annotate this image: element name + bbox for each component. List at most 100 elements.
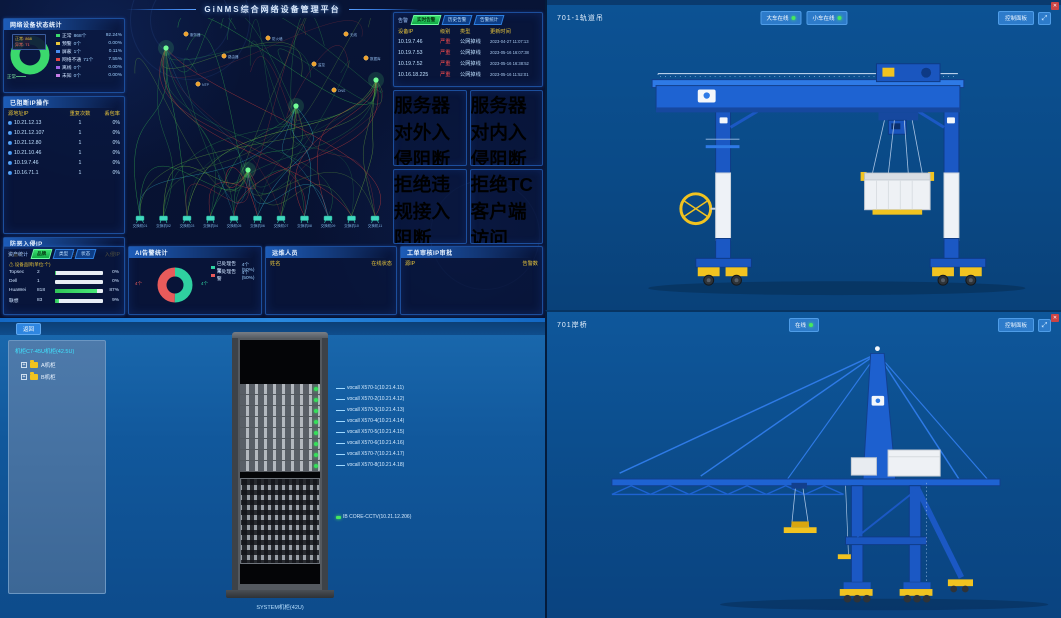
device-node[interactable] [344, 32, 348, 36]
device-node[interactable] [364, 56, 368, 60]
status-pill[interactable]: 在线 [789, 318, 819, 332]
server-unit[interactable] [240, 395, 320, 405]
hub-node[interactable] [163, 45, 168, 50]
alarm-row[interactable]: 10.19.7.53严重公网掉线2023-05-16 16:07:38 [394, 47, 542, 58]
hub-node[interactable] [293, 103, 298, 108]
topology-link [363, 80, 376, 216]
device-node[interactable] [222, 54, 226, 58]
hub-node[interactable] [245, 167, 250, 172]
legend-swatch [56, 66, 60, 69]
server-unit[interactable] [240, 406, 320, 416]
status-pill[interactable]: 大车在线 [760, 11, 801, 25]
legend-swatch [56, 42, 60, 45]
rtg-crane-3d-render[interactable] [547, 28, 1061, 308]
legend-pct: 0.00% [108, 73, 122, 78]
alarm-tabs: 告警 实时告警历史告警告警统计 [394, 13, 542, 26]
expand-plus-icon[interactable]: + [21, 362, 27, 368]
edge-switch-node[interactable]: 交换机02 [156, 216, 171, 228]
sts-crane-view: 701岸桥 在线 控制面板 ⤢ ✕ [545, 310, 1061, 618]
alarm-ip-cell: 10.19.7.52 [398, 61, 440, 67]
device-node-label: 防火墙 [272, 36, 283, 41]
switch-led [336, 516, 341, 519]
online-dot-icon [792, 16, 796, 20]
edge-switch-node[interactable]: 交换机01 [133, 216, 148, 228]
device-node[interactable] [196, 82, 200, 86]
topology-link [211, 106, 297, 216]
server-label: vocall X570-8(10.21.4.18) [336, 462, 404, 468]
status-pill[interactable]: 小车在线 [807, 11, 848, 25]
edge-switch-label: 交换机06 [250, 223, 265, 228]
table-header: 设备IP级别类型更新时间 [394, 26, 542, 36]
edge-switch-node[interactable]: 交换机11 [368, 216, 383, 228]
expand-icon[interactable]: ⤢ [1038, 319, 1051, 332]
tab-状态[interactable]: 状态 [75, 249, 97, 259]
edge-switch-node[interactable]: 交换机03 [180, 216, 195, 228]
table-row[interactable]: 10.16.71.110% [4, 168, 124, 178]
edge-switch-node[interactable]: 交换机04 [203, 216, 218, 228]
alarm-row[interactable]: 10.19.7.46严重公网掉线2023-04-27 11:07:13 [394, 36, 542, 47]
server-unit[interactable] [240, 428, 320, 438]
table-row[interactable]: 10.21.12.1310% [4, 118, 124, 128]
edge-switch-node[interactable]: 交换机10 [344, 216, 359, 228]
alarm-row[interactable]: 10.16.18.225严重公网掉线2023-05-16 11:52:01 [394, 69, 542, 80]
control-panel-button[interactable]: 控制面板 [998, 11, 1034, 25]
asset-pct: 0% [105, 270, 119, 275]
back-button[interactable]: 返回 [16, 323, 41, 335]
device-node[interactable] [312, 62, 316, 66]
expand-plus-icon[interactable]: + [21, 374, 27, 380]
tab-实时告警[interactable]: 实时告警 [411, 15, 442, 25]
rtg-title: 701-1轨道吊 [557, 13, 604, 23]
server-unit[interactable] [240, 450, 320, 460]
server-unit[interactable] [240, 461, 320, 471]
tree-item-A机柜[interactable]: +A机柜 [9, 359, 105, 371]
folder-icon [30, 362, 38, 368]
tab-类型[interactable]: 类型 [53, 249, 75, 259]
alarm-ip-cell: 10.16.18.225 [398, 72, 440, 78]
table-row[interactable]: 10.21.12.8010% [4, 138, 124, 148]
topology-link [248, 170, 352, 216]
table-row[interactable]: 10.19.7.4610% [4, 158, 124, 168]
sts-crane-3d-render[interactable] [547, 338, 1061, 618]
edge-switch-node[interactable]: 交换机05 [227, 216, 242, 228]
alarm-level-cell: 严重 [440, 49, 460, 56]
tab-告警统计[interactable]: 告警统计 [473, 15, 504, 25]
close-icon[interactable]: ✕ [1051, 314, 1059, 322]
legend-item: 预警0个0.00% [56, 39, 122, 47]
edge-switch-node[interactable]: 交换机09 [321, 216, 336, 228]
legend-item: 正常868个92.24% [56, 31, 122, 39]
asset-count: 83 [37, 298, 53, 303]
tab-label-text: 实时告警 [417, 17, 435, 23]
alarm-row[interactable]: 10.19.7.52严重公网掉线2023-05-16 16:38:52 [394, 58, 542, 69]
device-node[interactable] [184, 32, 188, 36]
expand-icon[interactable]: ⤢ [1038, 12, 1051, 25]
close-icon[interactable]: ✕ [1051, 2, 1059, 10]
tree-item-B机柜[interactable]: +B机柜 [9, 371, 105, 383]
edge-switch-label: 交换机11 [368, 223, 383, 228]
asset-row: Dell10% [4, 277, 124, 286]
device-icon [8, 131, 12, 135]
core-switch[interactable] [240, 478, 320, 564]
device-node[interactable] [332, 88, 336, 92]
asset-name: HuaWei [9, 288, 35, 293]
edge-switch-node[interactable]: 交换机08 [297, 216, 312, 228]
assets-note: ⚠ 设备品牌(单位:个) [4, 260, 124, 268]
tab-品牌[interactable]: 品牌 [31, 249, 53, 259]
edge-switch-node[interactable]: 交换机07 [274, 216, 289, 228]
edge-switch-node[interactable]: 交换机06 [250, 216, 265, 228]
mini-panel: 服务器对外入侵阻断设备IP入侵数 [393, 90, 467, 166]
hub-node[interactable] [373, 77, 378, 82]
table-row[interactable]: 10.21.12.10710% [4, 128, 124, 138]
mini-panel-grid: 服务器对外入侵阻断设备IP入侵数服务器对内入侵阻断设备IP入侵数拒绝违规接入阻断… [393, 90, 543, 244]
asset-bar [55, 289, 103, 293]
control-panel-button[interactable]: 控制面板 [998, 318, 1034, 332]
server-unit[interactable] [240, 417, 320, 427]
server-rack[interactable] [232, 332, 328, 600]
network-topology-map[interactable]: 服务器路由器防火墙监控无线数据库NTPDNS交换机01交换机02交换机03交换机… [128, 18, 391, 243]
blocked-ip-cell: 10.21.12.107 [8, 130, 62, 136]
tab-历史告警[interactable]: 历史告警 [442, 15, 473, 25]
table-row[interactable]: 10.21.10.4610% [4, 148, 124, 158]
device-node[interactable] [266, 36, 270, 40]
server-unit[interactable] [240, 384, 320, 394]
panel-title: AI告警统计 [129, 247, 261, 258]
server-unit[interactable] [240, 439, 320, 449]
